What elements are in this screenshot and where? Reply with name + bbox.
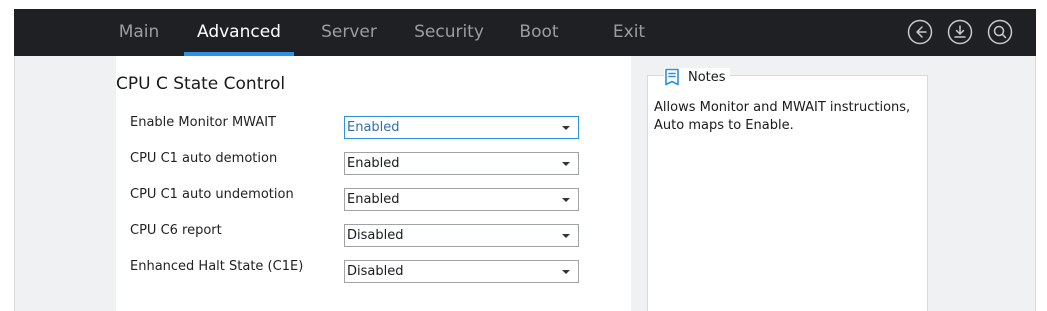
- setting-label-c1-auto-demotion: CPU C1 auto demotion: [130, 151, 278, 166]
- tab-main-label: Main: [118, 22, 160, 42]
- setting-label-c6-report: CPU C6 report: [130, 223, 222, 238]
- setting-label-monitor-mwait: Enable Monitor MWAIT: [130, 115, 276, 130]
- tab-boot[interactable]: Boot: [509, 9, 569, 56]
- dropdown-value: Enabled: [347, 120, 400, 135]
- top-navigation-bar: Main Advanced Server Security Boot Exit: [14, 9, 1036, 56]
- dropdown-value: Disabled: [347, 264, 404, 279]
- notes-icon: [664, 68, 680, 86]
- notes-description: Allows Monitor and MWAIT instructions, A…: [654, 100, 911, 133]
- section-title: CPU C State Control: [116, 74, 286, 94]
- monitor-mwait-dropdown[interactable]: Enabled: [344, 116, 579, 139]
- enhanced-halt-state-dropdown[interactable]: Disabled: [344, 260, 579, 283]
- chevron-down-icon: [562, 126, 570, 130]
- tab-security[interactable]: Security: [404, 9, 494, 56]
- tab-boot-label: Boot: [519, 22, 559, 42]
- setting-label-enhanced-halt-state: Enhanced Halt State (C1E): [130, 259, 304, 274]
- dropdown-value: Enabled: [347, 156, 400, 171]
- tab-server-label: Server: [321, 22, 377, 42]
- tab-main[interactable]: Main: [107, 9, 171, 56]
- notes-header: Notes: [664, 68, 730, 86]
- tab-advanced[interactable]: Advanced: [184, 9, 294, 56]
- tab-exit-label: Exit: [612, 22, 646, 42]
- dropdown-value: Disabled: [347, 228, 404, 243]
- c6-report-dropdown[interactable]: Disabled: [344, 224, 579, 247]
- chevron-down-icon: [562, 234, 570, 238]
- notes-title: Notes: [688, 69, 726, 85]
- chevron-down-icon: [562, 270, 570, 274]
- active-tab-indicator: [184, 52, 294, 56]
- c1-auto-undemotion-dropdown[interactable]: Enabled: [344, 188, 579, 211]
- search-icon[interactable]: [987, 19, 1013, 45]
- dropdown-value: Enabled: [347, 192, 400, 207]
- back-icon[interactable]: [907, 19, 933, 45]
- setting-label-c1-auto-undemotion: CPU C1 auto undemotion: [130, 187, 294, 202]
- chevron-down-icon: [562, 198, 570, 202]
- tab-server[interactable]: Server: [309, 9, 389, 56]
- save-download-icon[interactable]: [947, 19, 973, 45]
- tab-exit[interactable]: Exit: [599, 9, 659, 56]
- chevron-down-icon: [562, 162, 570, 166]
- tab-security-label: Security: [414, 22, 484, 42]
- c1-auto-demotion-dropdown[interactable]: Enabled: [344, 152, 579, 175]
- tab-advanced-label: Advanced: [197, 22, 281, 42]
